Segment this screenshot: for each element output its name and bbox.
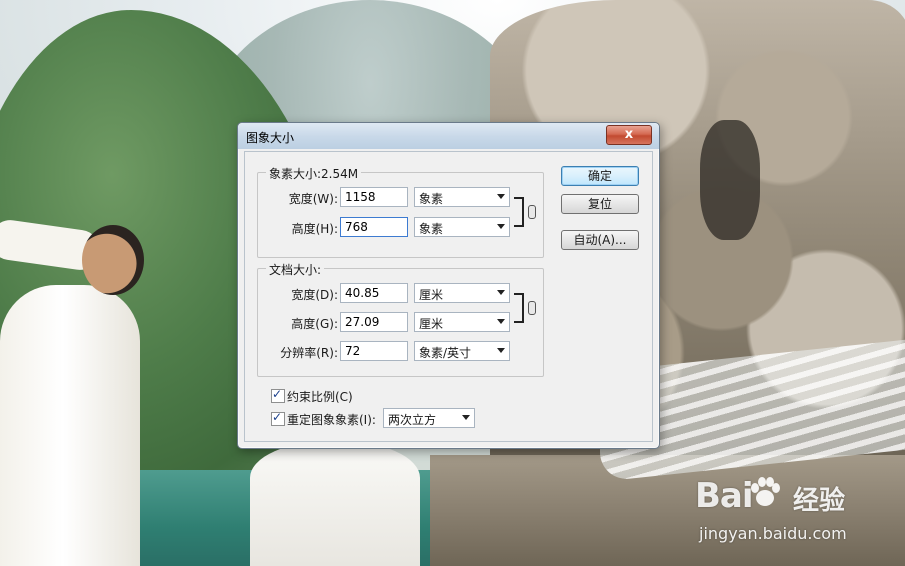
close-button[interactable]: x <box>606 125 652 145</box>
pixel-dimensions-legend: 象素大小:2.54M <box>266 165 362 182</box>
watermark-logo-text: Bai <box>695 476 754 516</box>
chevron-down-icon <box>497 348 505 353</box>
resample-image-checkbox[interactable] <box>271 410 285 426</box>
dialog-body: 象素大小:2.54M 宽度(W): 象素 高度(H): 象素 文档大小: 宽度(… <box>244 151 653 442</box>
chevron-down-icon <box>462 415 470 420</box>
baidu-paw-icon <box>751 477 780 506</box>
watermark-brand: 经验 <box>793 486 846 516</box>
chain-link-icon <box>528 205 536 219</box>
pixel-height-input[interactable] <box>340 217 408 237</box>
doc-height-unit-select[interactable]: 厘米 <box>414 312 510 332</box>
pixel-width-input[interactable] <box>340 187 408 207</box>
chain-link-icon <box>528 301 536 315</box>
image-size-dialog: 图象大小 x 象素大小:2.54M 宽度(W): 象素 高度(H): 象素 文档… <box>237 122 660 449</box>
link-bracket <box>514 197 524 227</box>
chevron-down-icon <box>497 290 505 295</box>
groom-head <box>82 225 144 295</box>
pixel-width-label: 宽度(W): <box>288 192 338 206</box>
pixel-dimensions-group: 象素大小:2.54M 宽度(W): 象素 高度(H): 象素 <box>257 165 544 258</box>
ok-button[interactable]: 确定 <box>561 166 639 186</box>
document-size-legend: 文档大小: <box>266 261 325 278</box>
groom-figure <box>0 217 150 566</box>
auto-button[interactable]: 自动(A)... <box>561 230 639 250</box>
resample-image-label: 重定图象象素(I): <box>287 413 376 427</box>
doc-height-unit-value: 厘米 <box>419 317 444 331</box>
pixel-height-unit-select[interactable]: 象素 <box>414 217 510 237</box>
resolution-unit-select[interactable]: 象素/英寸 <box>414 341 510 361</box>
pixel-height-unit-value: 象素 <box>419 222 444 236</box>
pixel-height-label: 高度(H): <box>291 222 338 236</box>
rock-cave <box>700 120 760 240</box>
chevron-down-icon <box>497 194 505 199</box>
resolution-label: 分辨率(R): <box>280 346 338 360</box>
doc-width-label: 宽度(D): <box>291 288 338 302</box>
bride-dress <box>250 440 420 566</box>
chevron-down-icon <box>497 224 505 229</box>
watermark-url: jingyan.baidu.com <box>699 524 847 543</box>
constrain-proportions-checkbox[interactable] <box>271 387 285 403</box>
document-size-group: 文档大小: 宽度(D): 厘米 高度(G): 厘米 分辨率(R): 象素/英寸 <box>257 261 544 377</box>
doc-height-label: 高度(G): <box>291 317 338 331</box>
resolution-input[interactable] <box>340 341 408 361</box>
groom-suit <box>0 285 140 566</box>
resolution-unit-value: 象素/英寸 <box>419 346 472 360</box>
constrain-proportions-label: 约束比例(C) <box>287 390 353 404</box>
doc-width-unit-value: 厘米 <box>419 288 444 302</box>
resample-method-value: 两次立方 <box>388 413 437 427</box>
doc-width-input[interactable] <box>340 283 408 303</box>
close-icon: x <box>624 127 634 142</box>
dialog-titlebar[interactable]: 图象大小 x <box>238 123 659 149</box>
baidu-jingyan-watermark: Bai 经验 jingyan.baidu.com <box>695 476 895 556</box>
doc-height-input[interactable] <box>340 312 408 332</box>
pixel-width-unit-value: 象素 <box>419 192 444 206</box>
link-bracket <box>514 293 524 323</box>
dialog-title: 图象大小 <box>246 131 295 145</box>
pixel-width-unit-select[interactable]: 象素 <box>414 187 510 207</box>
chevron-down-icon <box>497 319 505 324</box>
reset-button[interactable]: 复位 <box>561 194 639 214</box>
resample-method-select[interactable]: 两次立方 <box>383 408 475 428</box>
doc-width-unit-select[interactable]: 厘米 <box>414 283 510 303</box>
